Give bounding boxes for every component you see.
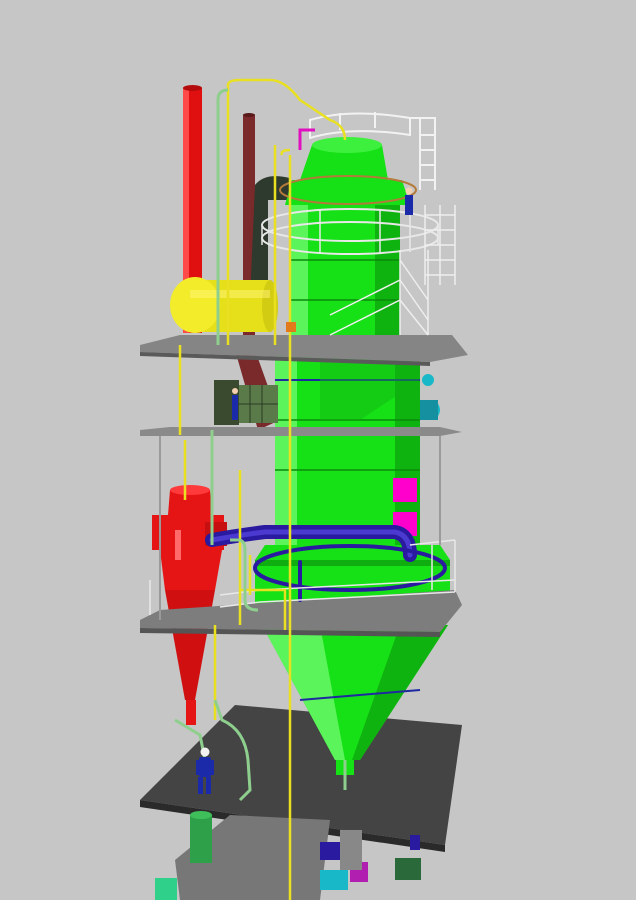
lower-tank (190, 815, 212, 863)
orange-fitting (286, 322, 296, 332)
plant-3d-model (0, 0, 636, 900)
worker-mid (232, 388, 238, 420)
yellow-tank (170, 277, 278, 333)
worker-upper (405, 187, 413, 215)
platform-level-2 (140, 427, 462, 436)
air-heater-box (214, 380, 278, 425)
magenta-panel-upper (393, 478, 417, 502)
